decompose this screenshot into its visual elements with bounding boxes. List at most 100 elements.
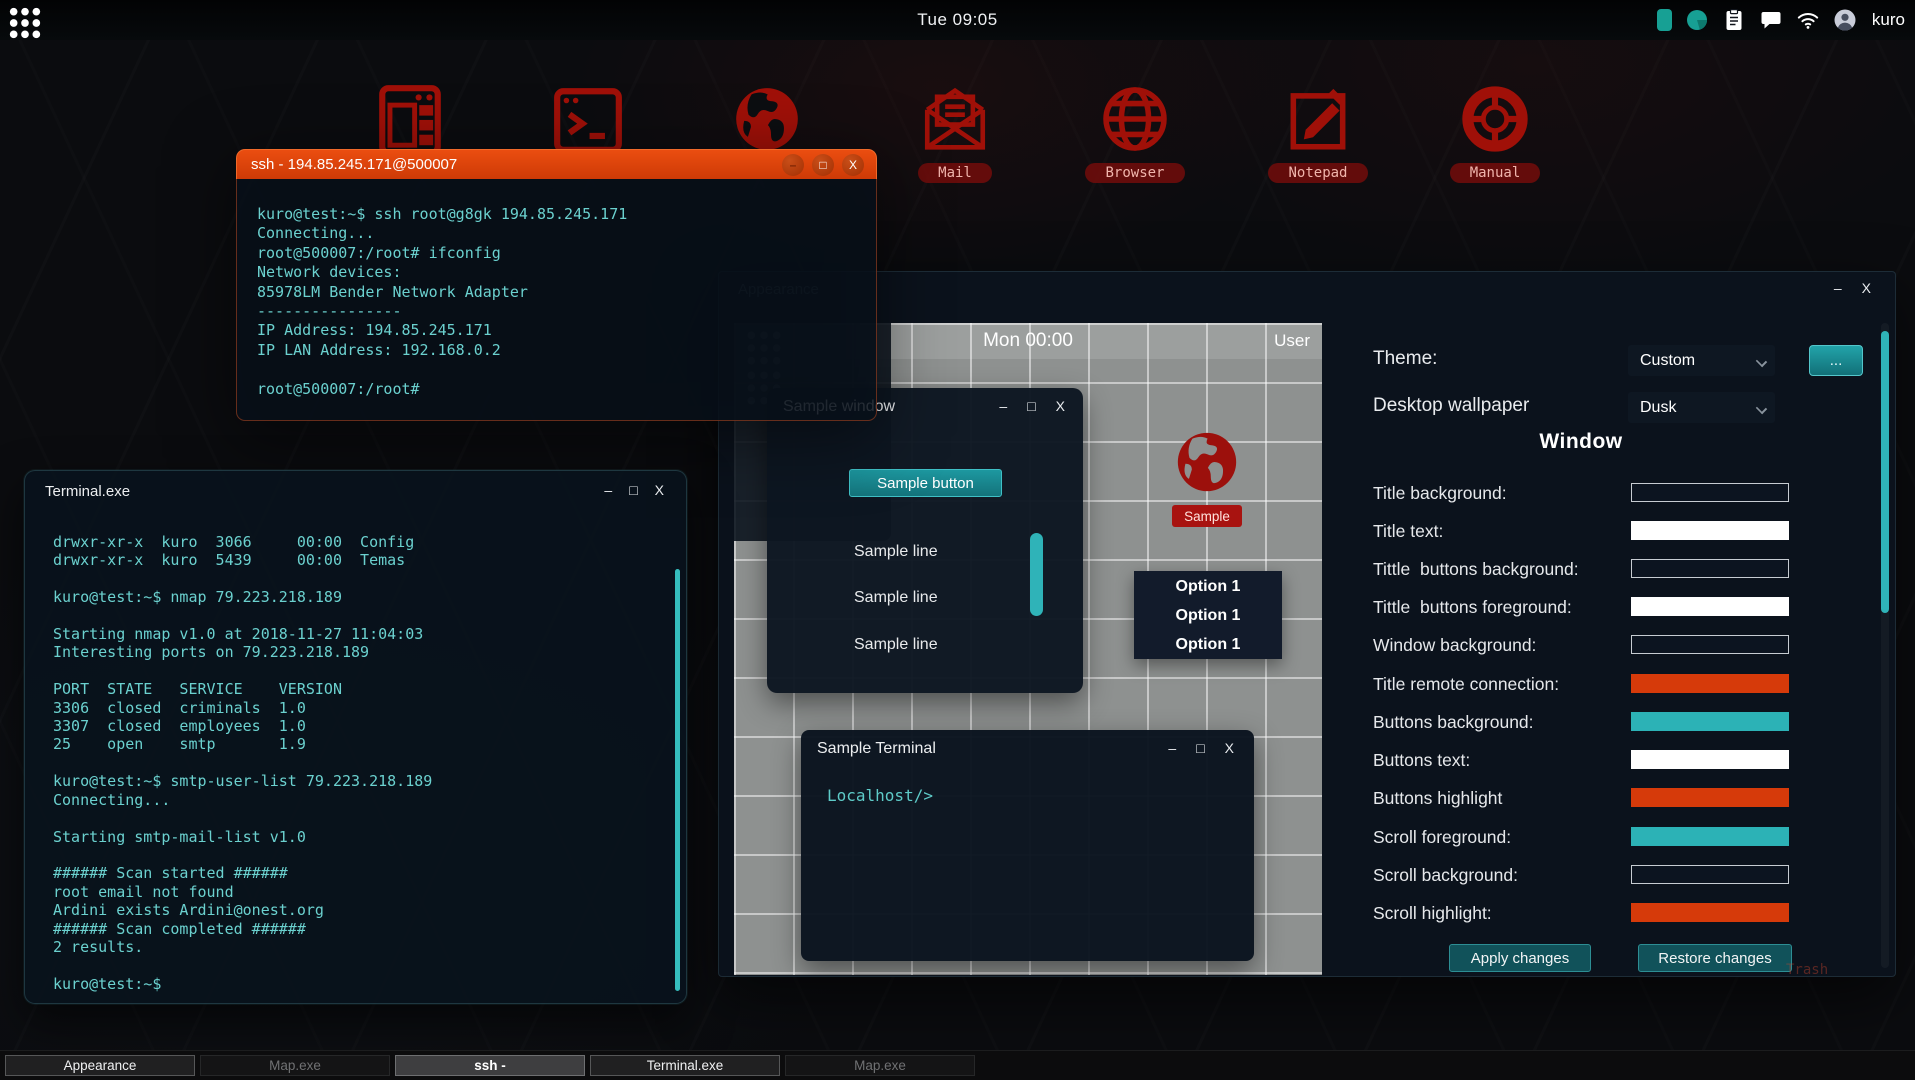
preview-options-popup: Option 1 Option 1 Option 1: [1134, 571, 1282, 659]
preview-sample-window: Sample window – □ X Sample button Sample…: [767, 388, 1083, 693]
color-swatch[interactable]: [1631, 635, 1789, 654]
clipboard-icon[interactable]: [1722, 8, 1746, 32]
option-item: Option 1: [1134, 631, 1282, 658]
color-swatch[interactable]: [1631, 674, 1789, 693]
color-swatch[interactable]: [1631, 483, 1789, 502]
wallpaper-label: Desktop wallpaper: [1373, 395, 1529, 417]
color-swatch[interactable]: [1631, 597, 1789, 616]
color-swatch[interactable]: [1631, 903, 1789, 922]
desktop-icon-mail[interactable]: Mail: [895, 82, 1015, 183]
window-title: ssh - 194.85.245.171@500007: [251, 156, 457, 173]
taskbar-item-terminal[interactable]: Terminal.exe: [590, 1055, 780, 1076]
ssh-terminal-output: kuro@test:~$ ssh root@g8gk 194.85.245.17…: [257, 205, 627, 399]
earth-icon: [730, 82, 804, 156]
setting-label: Window background:: [1373, 626, 1536, 664]
desktop-icon-map[interactable]: [350, 82, 470, 156]
restore-changes-button[interactable]: Restore changes: [1638, 944, 1792, 972]
appearance-window: Appearance – X Mon 00:00 User Sample Sam…: [718, 271, 1896, 977]
maximize-button[interactable]: □: [629, 483, 637, 497]
close-button[interactable]: X: [842, 154, 864, 176]
color-swatch[interactable]: [1631, 865, 1789, 884]
color-swatch[interactable]: [1631, 559, 1789, 578]
preview-sample-icon-label: Sample: [1172, 505, 1242, 527]
sample-line: Sample line: [854, 589, 938, 607]
window-controls: – □ X: [604, 483, 664, 497]
ssh-titlebar[interactable]: ssh - 194.85.245.171@500007 – □ X: [236, 149, 877, 179]
sample-terminal-prompt: Localhost/>: [827, 786, 933, 805]
close-button[interactable]: X: [1862, 281, 1871, 295]
minimize-button[interactable]: –: [782, 154, 804, 176]
disk-usage-icon[interactable]: [1685, 8, 1709, 32]
maximize-button[interactable]: □: [812, 154, 834, 176]
maximize-button: □: [1196, 741, 1204, 755]
taskbar: Appearance Map.exe ssh - Terminal.exe Ma…: [0, 1050, 1915, 1080]
scrollbar-thumb[interactable]: [1881, 331, 1889, 613]
desktop-icon-earth[interactable]: [707, 82, 827, 156]
preview-sample-terminal: Sample Terminal – □ X Localhost/>: [801, 730, 1254, 961]
minimize-button: –: [999, 399, 1007, 413]
option-item: Option 1: [1134, 573, 1282, 600]
wifi-icon[interactable]: [1796, 8, 1820, 32]
sample-button: Sample button: [849, 469, 1002, 497]
apply-changes-button[interactable]: Apply changes: [1449, 944, 1591, 972]
sample-line: Sample line: [854, 543, 938, 561]
window-controls: – X: [1834, 281, 1871, 295]
setting-label: Scroll foreground:: [1373, 818, 1511, 856]
setting-row-title-text: Title text:: [1373, 512, 1813, 550]
username: kuro: [1872, 10, 1905, 30]
preview-sample-app-icon: [1172, 427, 1242, 497]
color-swatch[interactable]: [1631, 521, 1789, 540]
desktop-icon-manual[interactable]: Manual: [1435, 82, 1555, 183]
sample-scrollbar-thumb: [1030, 533, 1043, 616]
taskbar-item-map[interactable]: Map.exe: [200, 1055, 390, 1076]
window-controls: – □ X: [1168, 741, 1234, 755]
setting-row-buttons-background: Buttons background:: [1373, 703, 1813, 741]
minimize-button[interactable]: –: [604, 483, 612, 497]
top-bar: Tue 09:05 kuro: [0, 0, 1915, 40]
wallpaper-dropdown[interactable]: Dusk: [1628, 392, 1775, 423]
setting-row-scroll-highlight: Scroll highlight:: [1373, 894, 1813, 932]
color-swatch[interactable]: [1631, 712, 1789, 731]
color-swatch[interactable]: [1631, 750, 1789, 769]
taskbar-item-appearance[interactable]: Appearance: [5, 1055, 195, 1076]
desktop-icon-terminal[interactable]: [528, 82, 648, 156]
window-list-icon: [373, 82, 447, 156]
battery-icon[interactable]: [1657, 9, 1672, 31]
setting-row-title-background: Title background:: [1373, 474, 1813, 512]
terminal-output: drwxr-xr-x kuro 3066 00:00 Config drwxr-…: [53, 533, 432, 993]
setting-row-scroll-foreground: Scroll foreground:: [1373, 818, 1813, 856]
user-avatar-icon[interactable]: [1833, 8, 1857, 32]
minimize-button: –: [1168, 741, 1176, 755]
notepad-pencil-icon: [1281, 82, 1355, 156]
chat-icon[interactable]: [1759, 8, 1783, 32]
preview-username: User: [1274, 331, 1310, 351]
theme-more-button[interactable]: ...: [1809, 345, 1863, 376]
setting-label: Scroll background:: [1373, 856, 1518, 894]
sample-terminal-title: Sample Terminal: [817, 740, 936, 758]
setting-row-buttons-highlight: Buttons highlight: [1373, 779, 1813, 817]
theme-label: Theme:: [1373, 348, 1437, 370]
clock: Tue 09:05: [0, 10, 1915, 30]
desktop-icon-label: Manual: [1450, 163, 1541, 183]
color-swatch[interactable]: [1631, 827, 1789, 846]
close-button: X: [1056, 399, 1065, 413]
window-controls: – □ X: [999, 399, 1065, 413]
desktop-icon-notepad[interactable]: Notepad: [1258, 82, 1378, 183]
color-swatch[interactable]: [1631, 788, 1789, 807]
taskbar-item-map-2[interactable]: Map.exe: [785, 1055, 975, 1076]
close-button[interactable]: X: [655, 483, 664, 497]
terminal-icon: [551, 82, 625, 156]
maximize-button: □: [1027, 399, 1035, 413]
lifebuoy-icon: [1458, 82, 1532, 156]
setting-label: Buttons highlight: [1373, 779, 1502, 817]
globe-icon: [1098, 82, 1172, 156]
desktop-icon-browser[interactable]: Browser: [1075, 82, 1195, 183]
scrollbar-thumb[interactable]: [675, 569, 680, 991]
taskbar-item-ssh[interactable]: ssh -: [395, 1055, 585, 1076]
sample-line: Sample line: [854, 636, 938, 654]
setting-label: Buttons text:: [1373, 741, 1470, 779]
minimize-button[interactable]: –: [1834, 281, 1842, 295]
setting-row-window-background: Window background:: [1373, 626, 1813, 664]
ssh-terminal-body: kuro@test:~$ ssh root@g8gk 194.85.245.17…: [236, 179, 877, 421]
theme-dropdown[interactable]: Custom: [1628, 345, 1775, 376]
